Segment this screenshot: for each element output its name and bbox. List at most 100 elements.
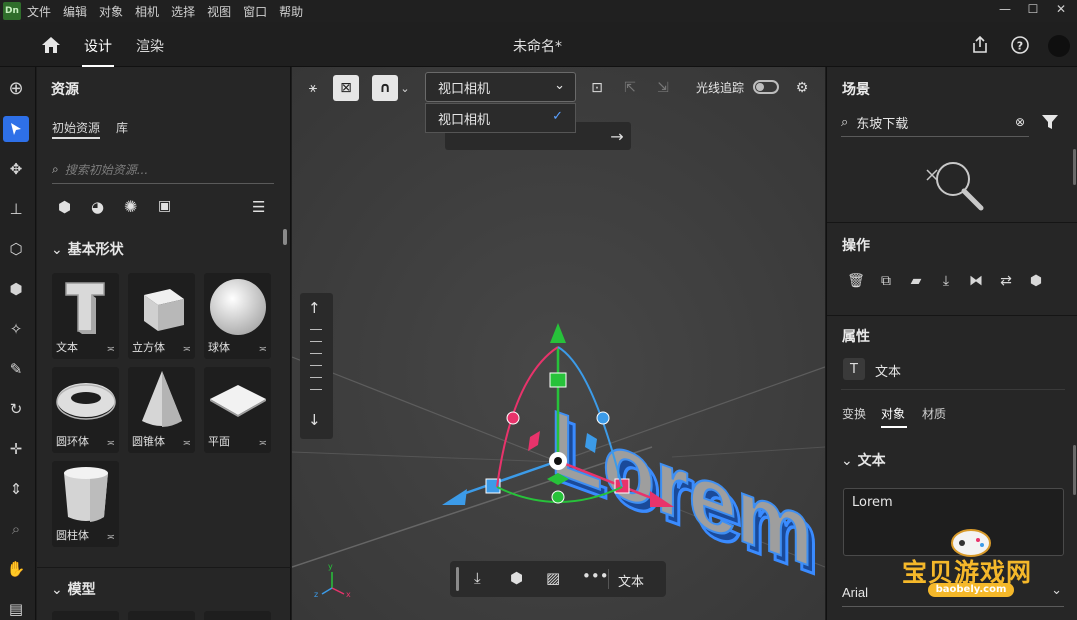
add-camera-icon[interactable]: ⊡ [584,75,610,101]
sliders-icon[interactable]: ≍ [183,438,191,449]
folder-icon[interactable]: ▰ [905,270,927,292]
asset-card-sphere[interactable]: 球体 ≍ [204,273,271,359]
close-button[interactable]: ✕ [1046,2,1076,20]
magic-wand-icon[interactable]: ✧ [3,316,29,342]
section-text[interactable]: ⌄ 文本 [841,450,886,470]
asset-card-torus[interactable]: 圆环体 ≍ [52,367,119,453]
group-icon[interactable]: ⬢ [510,569,523,587]
arrow-down-icon[interactable]: ↓ [308,411,321,429]
asset-search-input[interactable]: ⌕ 搜索初始资源... [52,156,274,184]
scene-title: 场景 [842,82,870,98]
dolly-icon[interactable]: ⇕ [3,476,29,502]
asset-card-cone[interactable]: 圆锥体 ≍ [128,367,195,453]
model-card[interactable] [128,611,195,620]
more-icon[interactable]: ••• [582,567,609,585]
camera-select[interactable]: 视口相机 ⌄ [425,72,576,102]
home-icon[interactable] [41,36,61,54]
swap-icon[interactable]: ⇄ [995,270,1017,292]
archive-icon[interactable]: ▤ [3,596,29,620]
drop-to-ground-icon[interactable]: ⊥ [3,196,29,222]
share-icon[interactable] [970,35,990,55]
sliders-icon[interactable]: ≍ [107,532,115,543]
orbit-icon[interactable]: ↻ [3,396,29,422]
snap-magnet-icon[interactable]: ∩ [372,75,398,101]
checkmark-icon: ✓ [552,109,563,124]
delete-icon[interactable]: 🗑 [845,270,867,292]
arrow-right-icon[interactable]: → [603,122,631,150]
menu-select[interactable]: 选择 [171,3,195,20]
section-basic-shapes[interactable]: ⌄ 基本形状 [51,239,124,259]
arrow-up-icon[interactable]: ↑ [308,299,321,317]
clear-search-icon[interactable]: ⊗ [1015,115,1025,129]
asset-card-text[interactable]: 文本 ≍ [52,273,119,359]
hand-icon[interactable]: ✋ [3,556,29,582]
tab-library[interactable]: 库 [116,119,128,136]
sliders-icon[interactable]: ≍ [107,344,115,355]
tab-starter-assets[interactable]: 初始资源 [52,119,101,139]
menu-object[interactable]: 对象 [99,3,123,20]
filter-materials-icon[interactable]: ◕ [91,198,104,216]
zoom-tick [310,377,322,378]
cube-tool-icon[interactable]: ⬡ [3,236,29,262]
list-view-icon[interactable]: ☰ [252,198,265,216]
filter-lights-icon[interactable]: ✺ [124,197,137,216]
camera-option-label: 视口相机 [438,112,491,128]
avatar[interactable] [1048,35,1070,57]
watermark-logo: 宝贝游戏网 baobely.com [900,523,1050,603]
drop-to-ground-icon[interactable]: ⤓ [935,270,957,292]
model-tool-icon[interactable]: ⬢ [3,276,29,302]
menu-view[interactable]: 视图 [207,3,231,20]
sliders-icon[interactable]: ≍ [259,438,267,449]
select-tool-icon[interactable] [3,116,29,142]
zoom-icon[interactable]: ⌕ [3,516,29,542]
help-icon[interactable]: ? [1010,35,1030,55]
pan-tool-icon[interactable]: ✛ [3,436,29,462]
snap-chevron-down-icon[interactable]: ⌄ [398,75,412,101]
filter-icon[interactable] [1041,113,1059,131]
model-card[interactable] [204,611,271,620]
move-tool-icon[interactable]: ✥ [3,156,29,182]
tab-object[interactable]: 对象 [881,405,905,422]
zoom-slider[interactable]: ↑ ↓ [300,293,333,439]
drag-handle[interactable] [456,567,459,591]
drop-ground-icon[interactable]: ⤓ [474,569,481,587]
duplicate-icon[interactable]: ⧉ [875,270,897,292]
minimize-button[interactable]: — [990,2,1020,20]
properties-scrollbar[interactable] [1073,445,1076,495]
maximize-button[interactable]: ☐ [1018,2,1048,20]
camera-dropdown-option[interactable]: 视口相机 ✓ [425,103,576,133]
render-preview-icon[interactable]: ⚙ [789,75,815,101]
eyedropper-icon[interactable]: ✎ [3,356,29,382]
convert-mesh-icon[interactable]: ⬢ [1025,270,1047,292]
menu-help[interactable]: 帮助 [279,3,303,20]
sliders-icon[interactable]: ≍ [259,344,267,355]
model-card[interactable] [52,611,119,620]
scene-graph-icon[interactable]: ⚹ [300,75,326,101]
cone-shape-thumb [142,371,182,427]
filter-images-icon[interactable]: ▣ [158,198,171,214]
raytrace-toggle[interactable] [753,80,779,94]
sliders-icon[interactable]: ≍ [107,438,115,449]
menu-camera[interactable]: 相机 [135,3,159,20]
tab-material[interactable]: 材质 [922,405,946,422]
menu-edit[interactable]: 编辑 [63,3,87,20]
assets-scrollbar[interactable] [283,229,287,245]
menu-window[interactable]: 窗口 [243,3,267,20]
section-models[interactable]: ⌄ 模型 [51,579,96,599]
add-icon[interactable]: ⊕ [3,75,29,101]
tab-transform[interactable]: 变换 [842,405,866,422]
asset-card-plane[interactable]: 平面 ≍ [204,367,271,453]
mirror-icon[interactable]: ⧓ [965,270,987,292]
tab-render[interactable]: 渲染 [136,36,164,56]
scene-search-input[interactable]: ⌕ 东坡下载 ⊗ [841,109,1029,137]
viewport[interactable]: Lorem Lorem y x z ⚹ ⊠ ∩ ⌄ ⊡ ⇱ ⇲ 光线追踪 ⚙ →… [292,67,825,620]
filter-models-icon[interactable]: ⬢ [58,198,71,216]
tab-design[interactable]: 设计 [82,36,114,67]
menu-file[interactable]: 文件 [27,3,51,20]
material-icon[interactable]: ▨ [546,569,560,587]
frame-selection-icon[interactable]: ⊠ [333,75,359,101]
scene-scrollbar[interactable] [1073,149,1076,185]
sliders-icon[interactable]: ≍ [183,344,191,355]
asset-card-cube[interactable]: 立方体 ≍ [128,273,195,359]
asset-card-cylinder[interactable]: 圆柱体 ≍ [52,461,119,547]
